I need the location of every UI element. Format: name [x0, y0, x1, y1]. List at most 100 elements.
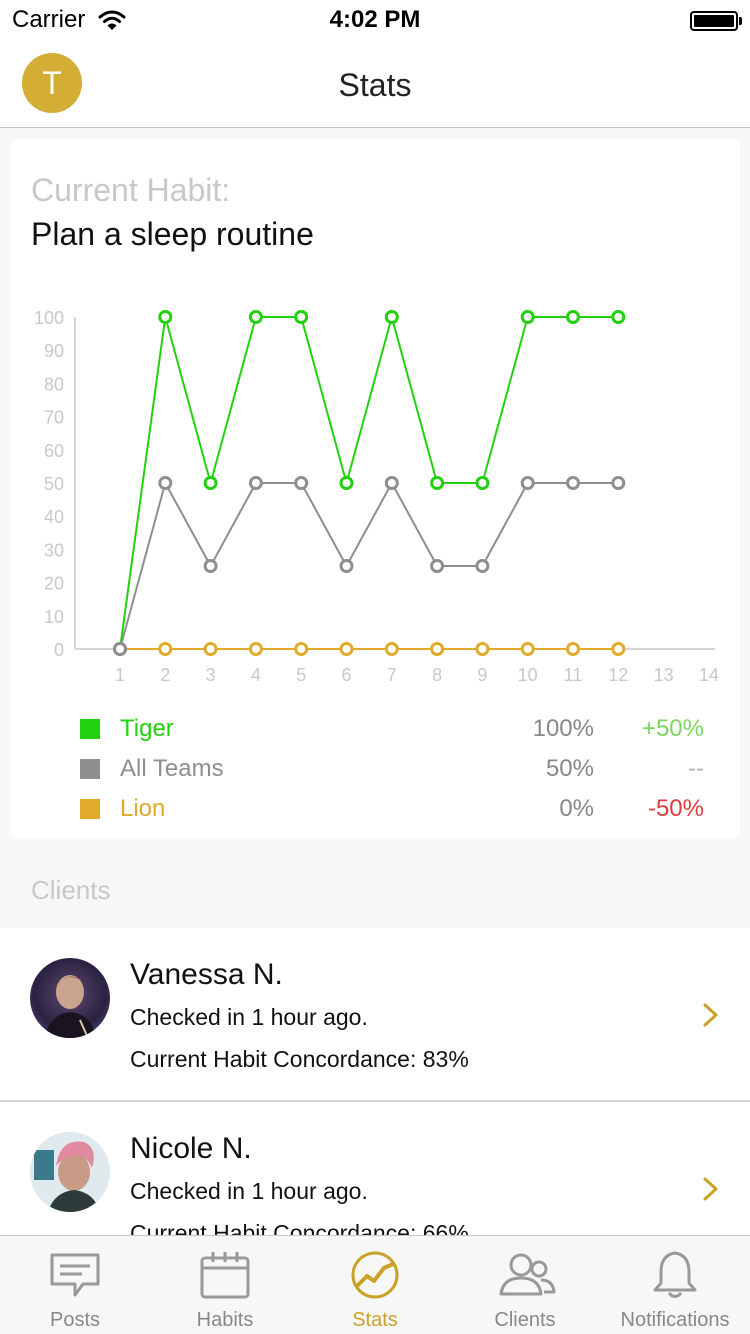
habit-line-chart: 01020304050607080901001 2 3 4 5 6 7 8 9 10 11 12 13 1…	[34, 308, 719, 685]
legend-row-lion: Lion 0% -50%	[10, 789, 740, 829]
chevron-right-icon[interactable]	[702, 1176, 720, 1202]
tab-label-stats: Stats	[352, 1309, 398, 1331]
legend-name-tiger: Tiger	[120, 715, 174, 742]
clients-section-header: Clients	[0, 850, 750, 928]
habits-icon	[200, 1252, 250, 1299]
legend-delta-tiger: +50%	[641, 715, 704, 742]
stats-icon	[351, 1251, 399, 1299]
series-point-tiger	[566, 310, 580, 324]
series-point-lion	[611, 642, 626, 656]
series-point-tiger	[430, 476, 445, 490]
legend-percent-lion: 0%	[559, 795, 594, 822]
legend-swatch-lion	[80, 799, 100, 819]
client-avatar	[30, 1132, 110, 1212]
x-tick-label: 1	[115, 665, 125, 685]
legend-swatch-all-teams	[80, 759, 100, 779]
series-point-lion	[339, 642, 354, 656]
series-point-all-teams	[566, 476, 580, 490]
series-point-all-teams	[430, 559, 445, 573]
series-point-lion	[294, 642, 309, 656]
series-point-lion	[475, 642, 490, 656]
clients-icon	[499, 1253, 556, 1296]
x-tick-label: 5	[296, 665, 306, 685]
client-checkin-status: Checked in 1 hour ago.	[130, 1178, 368, 1204]
series-point-all-teams	[475, 559, 490, 573]
series-point-all-teams	[611, 476, 626, 490]
series-point-lion	[113, 642, 127, 656]
tab-notifications[interactable]: Notifications	[600, 1236, 750, 1334]
y-tick-label: 30	[44, 540, 64, 560]
y-tick-label: 100	[34, 308, 64, 328]
x-tick-label: 9	[477, 665, 487, 685]
nav-bar: T Stats	[0, 40, 750, 128]
tab-posts[interactable]: Posts	[0, 1236, 150, 1334]
y-tick-label: 50	[44, 474, 64, 494]
legend-row-tiger: Tiger 100% +50%	[10, 709, 740, 749]
series-point-tiger	[158, 310, 173, 324]
client-avatar	[30, 958, 110, 1038]
legend-delta-all-teams: --	[688, 755, 704, 782]
series-point-tiger	[294, 310, 309, 324]
y-tick-label: 80	[44, 374, 64, 394]
legend-percent-all-teams: 50%	[545, 755, 594, 782]
series-point-all-teams	[384, 476, 399, 490]
client-photo-placeholder	[44, 975, 96, 1038]
client-row-vanessa[interactable]: Vanessa N. Checked in 1 hour ago. Curren…	[0, 928, 750, 1101]
tab-label-notifications: Notifications	[620, 1309, 730, 1331]
y-tick-label: 10	[44, 607, 64, 627]
tab-label-posts: Posts	[49, 1309, 101, 1331]
tab-label-clients: Clients	[494, 1309, 556, 1331]
status-bar: Carrier 4:02 PM	[0, 0, 750, 40]
series-point-lion	[248, 642, 263, 656]
series-point-tiger	[611, 310, 626, 324]
x-tick-label: 14	[699, 665, 719, 685]
notifications-icon	[653, 1251, 697, 1298]
series-line-all-teams	[119, 480, 619, 650]
x-tick-label: 13	[654, 665, 674, 685]
clock-time: 4:02 PM	[329, 6, 421, 33]
series-point-lion	[158, 642, 173, 656]
y-tick-label: 90	[44, 341, 64, 361]
series-point-lion	[384, 642, 399, 656]
y-tick-label: 60	[44, 441, 64, 461]
page-title: Stats	[338, 67, 412, 103]
x-tick-label: 10	[518, 665, 538, 685]
y-tick-label: 40	[44, 507, 64, 527]
x-tick-label: 7	[387, 665, 397, 685]
client-name: Nicole N.	[130, 1132, 252, 1165]
x-tick-label: 2	[160, 665, 170, 685]
series-point-tiger	[520, 310, 535, 324]
series-point-all-teams	[203, 559, 218, 573]
series-point-all-teams	[339, 559, 354, 573]
tab-stats[interactable]: Stats	[300, 1236, 450, 1334]
x-tick-label: 8	[432, 665, 442, 685]
y-tick-label: 0	[54, 640, 64, 660]
chevron-right-icon[interactable]	[702, 1002, 720, 1028]
series-point-tiger	[475, 476, 490, 490]
clients-section-title: Clients	[31, 875, 111, 905]
legend-name-all-teams: All Teams	[120, 755, 224, 782]
series-point-tiger	[203, 476, 218, 490]
series-point-all-teams	[158, 476, 173, 490]
client-checkin-status: Checked in 1 hour ago.	[130, 1004, 368, 1030]
series-point-tiger	[384, 310, 399, 324]
x-tick-label: 11	[564, 665, 583, 685]
x-tick-label: 4	[251, 665, 261, 685]
series-point-all-teams	[248, 476, 263, 490]
tab-habits[interactable]: Habits	[150, 1236, 300, 1334]
x-tick-label: 6	[341, 665, 351, 685]
battery-tip	[739, 17, 742, 25]
y-tick-label: 20	[44, 574, 64, 594]
series-point-lion	[430, 642, 445, 656]
legend-swatch-tiger	[80, 719, 100, 739]
series-point-all-teams	[294, 476, 309, 490]
legend-row-all-teams: All Teams 50% --	[10, 749, 740, 789]
tab-clients[interactable]: Clients	[450, 1236, 600, 1334]
tab-label-habits: Habits	[196, 1309, 254, 1331]
battery-icon	[690, 11, 738, 31]
current-habit-name: Plan a sleep routine	[31, 216, 314, 252]
x-tick-label: 12	[608, 665, 628, 685]
y-tick-label: 70	[44, 408, 64, 428]
client-concordance: Current Habit Concordance: 83%	[130, 1046, 469, 1072]
series-point-tiger	[339, 476, 354, 490]
